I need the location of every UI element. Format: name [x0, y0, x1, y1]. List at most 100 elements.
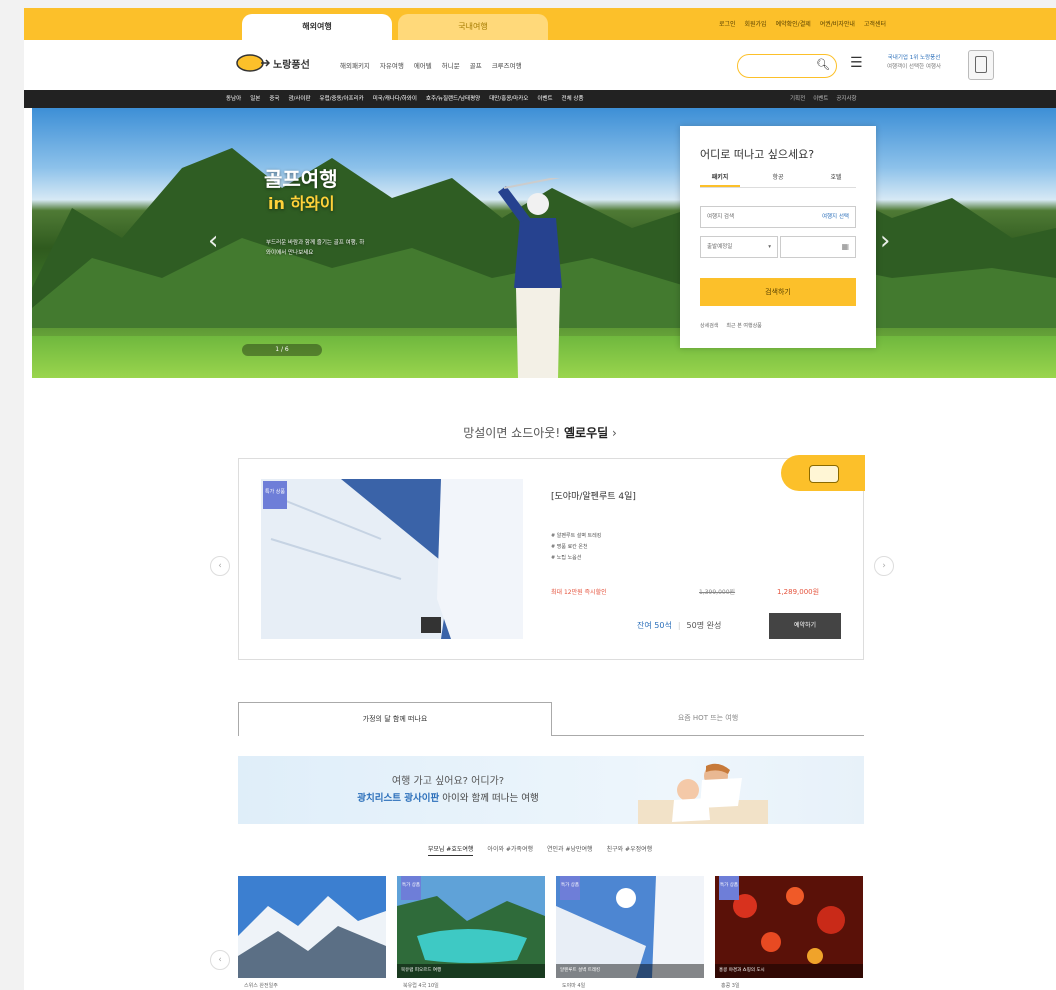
subtab-kids[interactable]: 아이와 #가족여행 [487, 844, 533, 856]
signup-link[interactable]: 회원가입 [745, 19, 767, 28]
banner-line-2: 광치리스트 광사이판 아이와 함께 떠나는 여행 [238, 790, 658, 804]
search-input[interactable]: 🔍︎ [737, 54, 837, 78]
yellow-deal-logo [781, 455, 865, 491]
deal-badge: 특가 상품 [263, 481, 287, 509]
product-card[interactable]: 특가 상품 알펜루트 설벽 트레킹 도야마 4일 [556, 876, 704, 990]
logo[interactable]: 노랑풍선 [236, 53, 310, 73]
tab-package[interactable]: 패키지 [700, 172, 740, 187]
main-nav: 해외패키지 자유여행 에어텔 허니문 골프 크루즈여행 [340, 60, 522, 70]
card-caption: 북유럽 피오르드 여행 [397, 964, 545, 978]
nav-free-travel[interactable]: 자유여행 [380, 60, 404, 70]
login-link[interactable]: 로그인 [719, 19, 736, 28]
destination-field[interactable]: 여행지 검색 여행지 선택 [700, 206, 856, 228]
nav-golf[interactable]: 골프 [470, 60, 482, 70]
banner-line-2-rest: 아이와 함께 떠나는 여행 [442, 793, 539, 804]
card-title: 북유럽 4국 10일 [403, 983, 439, 989]
detail-search-link[interactable]: 상세검색 [700, 322, 718, 329]
hamburger-menu-icon[interactable]: ☰ [850, 55, 863, 71]
nav-cruise[interactable]: 크루즈여행 [492, 60, 522, 70]
search-icon[interactable]: 🔍︎ [816, 58, 830, 71]
cat-southeast-asia[interactable]: 동남아 [226, 90, 241, 108]
search-button[interactable]: 검색하기 [700, 278, 856, 306]
calendar-field[interactable]: ▦ [780, 236, 856, 258]
family-photo [638, 763, 768, 824]
nav-honeymoon[interactable]: 허니문 [442, 60, 460, 70]
header: 노랑풍선 해외패키지 자유여행 에어텔 허니문 골프 크루즈여행 🔍︎ ☰ 국내… [24, 40, 1056, 90]
deal-card[interactable]: 특가 상품 [도야마/알펜루트 4일] # 알펜루트 설벽 트레킹 # 명품 료… [238, 455, 865, 660]
cat-america[interactable]: 미국/캐나다/하와이 [373, 90, 417, 108]
mobile-app-icon[interactable] [968, 50, 994, 80]
cat-japan[interactable]: 일본 [250, 90, 260, 108]
yellow-deal-heading[interactable]: 망설이면 쇼드아웃! 옐로우딜 › [24, 424, 1056, 441]
link-notice[interactable]: 공지사항 [836, 90, 856, 108]
snow-wall-image [261, 479, 523, 639]
cards-prev-arrow-icon[interactable]: ‹ [210, 950, 230, 970]
cat-oceania[interactable]: 호주/뉴질랜드/남태평양 [426, 90, 480, 108]
card-caption: 홍콩 야경과 쇼핑의 도시 [715, 964, 863, 978]
promo-line-1: 국내기업 1위 노랑풍선 [887, 55, 941, 61]
link-promotion[interactable]: 기획전 [790, 90, 805, 108]
card-title: 홍콩 3일 [721, 983, 740, 989]
tab-domestic[interactable]: 국내여행 [398, 14, 548, 40]
product-card[interactable]: 스위스 완전일주 [238, 876, 386, 990]
hero-slide-counter[interactable]: 1 / 6 [242, 344, 322, 356]
visa-link[interactable]: 여권/비자안내 [820, 19, 855, 28]
book-button[interactable]: 예약하기 [769, 613, 841, 639]
booking-link[interactable]: 예약확인/결제 [776, 19, 811, 28]
nav-package[interactable]: 해외패키지 [340, 60, 370, 70]
product-card[interactable]: 특가 상품 북유럽 피오르드 여행 북유럽 4국 10일 [397, 876, 545, 990]
deal-name[interactable]: [도야마/알펜루트 4일] [551, 489, 636, 502]
deal-discount: 최대 12만원 즉시할인 [551, 589, 607, 596]
golfer-figure [498, 178, 562, 378]
subtab-friends[interactable]: 친구와 #우정여행 [607, 844, 653, 856]
search-foot-links: 상세검색 최근 본 여행상품 [700, 322, 762, 329]
brand-name: 노랑풍선 [273, 59, 310, 71]
subtab-parents[interactable]: 부모님 #효도여행 [427, 844, 474, 856]
deal-next-arrow-icon[interactable]: › [874, 556, 894, 576]
deal-prev-arrow-icon[interactable]: ‹ [210, 556, 230, 576]
card-image-alps [238, 876, 386, 978]
destination-placeholder: 여행지 검색 [707, 214, 735, 220]
cat-taiwan-hk[interactable]: 대만/홍콩/마카오 [489, 90, 528, 108]
cat-event[interactable]: 이벤트 [537, 90, 552, 108]
deal-feature: # 알펜루트 설벽 트레킹 [551, 533, 602, 539]
card-badge: 특가 상품 [401, 876, 421, 900]
cat-china[interactable]: 중국 [269, 90, 279, 108]
destination-select-link[interactable]: 여행지 선택 [822, 207, 849, 227]
cat-all[interactable]: 전체 상품 [562, 90, 584, 108]
promo-banner[interactable]: 여행 가고 싶어요? 어디가? 광치리스트 광사이판 아이와 함께 떠나는 여행 [238, 756, 864, 824]
cat-guam-saipan[interactable]: 괌/사이판 [288, 90, 310, 108]
hero-subtitle: in 하와이 [268, 194, 335, 213]
deal-image: 특가 상품 [261, 479, 523, 639]
calendar-icon[interactable]: ▦ [841, 242, 849, 251]
promo-text[interactable]: 국내기업 1위 노랑풍선 여행객이 선택한 여행사 [886, 54, 942, 72]
tab-family-month[interactable]: 가정의 달 함께 떠나요 [238, 702, 552, 736]
tab-hotel[interactable]: 호텔 [816, 172, 856, 187]
nav-airtel[interactable]: 에어텔 [414, 60, 432, 70]
hero-next-arrow-icon[interactable]: › [880, 226, 890, 256]
support-link[interactable]: 고객센터 [864, 19, 886, 28]
deal-feature: # 명품 료칸 온천 [551, 544, 588, 550]
tab-overseas[interactable]: 해외여행 [242, 14, 392, 40]
link-event[interactable]: 이벤트 [813, 90, 828, 108]
product-card[interactable]: 특가 상품 홍콩 야경과 쇼핑의 도시 홍콩 3일 [715, 876, 863, 990]
deal-old-price: 1,399,000원 [699, 589, 736, 596]
search-question: 어디로 떠나고 싶으세요? [700, 148, 815, 161]
theme-subtabs: 부모님 #효도여행 아이와 #가족여행 연인과 #낭만여행 친구와 #우정여행 [24, 844, 1056, 856]
subtab-couples[interactable]: 연인과 #낭만여행 [547, 844, 593, 856]
hero-banner[interactable]: 골프여행 in 하와이 부드러운 바람과 함께 즐기는 골프 여행, 하와이에서… [32, 108, 1056, 378]
tab-hot-travel[interactable]: 요즘 HOT 뜨는 여행 [552, 702, 864, 736]
recent-viewed-link[interactable]: 최근 본 여행상품 [726, 322, 761, 329]
cat-europe[interactable]: 유럽/중동/아프리카 [320, 90, 364, 108]
search-panel: 어디로 떠나고 싶으세요? 패키지 항공 호텔 여행지 검색 여행지 선택 출발… [680, 126, 876, 348]
category-bar: 동남아 일본 중국 괌/사이판 유럽/중동/아프리카 미국/캐나다/하와이 호주… [24, 90, 1056, 108]
tab-flight[interactable]: 항공 [758, 172, 798, 187]
product-cards: 스위스 완전일주 특가 상품 북유럽 피오르드 여행 북유럽 4국 10일 특가… [238, 876, 864, 990]
deal-seats: 잔여 50석 | 50명 완성 [637, 621, 722, 630]
seats-remaining: 잔여 50석 [637, 621, 672, 630]
hero-prev-arrow-icon[interactable]: ‹ [208, 226, 218, 256]
promo-line-2: 여행객이 선택한 여행사 [886, 64, 942, 70]
deal-features: # 알펜루트 설벽 트레킹 # 명품 료칸 온천 # 노팁 노옵션 [551, 531, 601, 564]
top-bar: 해외여행 국내여행 로그인 회원가입 예약확인/결제 여권/비자안내 고객센터 [24, 8, 1056, 40]
departure-date-select[interactable]: 출발예정일 ▾ [700, 236, 778, 258]
